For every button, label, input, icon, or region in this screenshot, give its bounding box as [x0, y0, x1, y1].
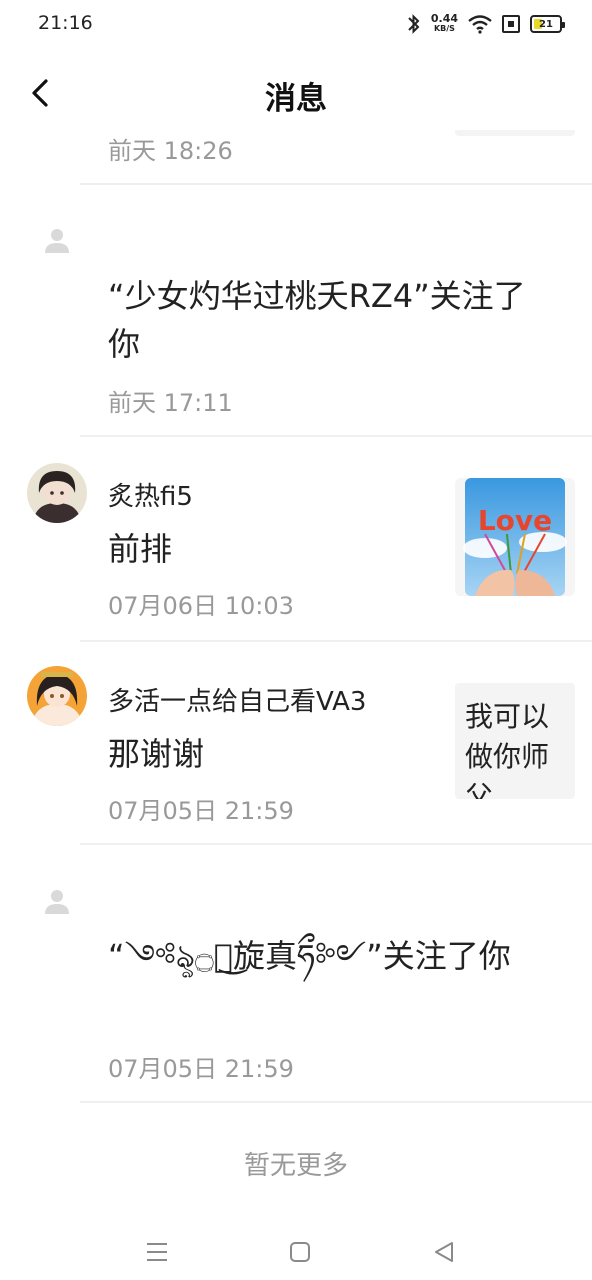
network-speed-unit: KB/S — [433, 24, 455, 33]
message-time: 前天 17:11 — [108, 389, 233, 417]
avatar[interactable] — [27, 463, 87, 523]
back-triangle-icon[interactable] — [430, 1238, 458, 1266]
no-more-label: 暂无更多 — [243, 1151, 348, 1181]
page-title: 消息 — [265, 81, 327, 117]
status-icons: 0.44 KB/S 21 — [407, 12, 565, 36]
battery-icon: 21 — [530, 15, 565, 33]
wifi-icon — [468, 15, 492, 34]
message-preview — [455, 130, 575, 136]
network-speed: 0.44 KB/S — [431, 13, 458, 34]
nav-bar — [0, 1220, 592, 1280]
status-bar: 21:16 0.44 KB/S 21 — [0, 0, 592, 50]
message-time: 07月05日 21:59 — [108, 1055, 294, 1083]
message-preview[interactable]: 我可以做你师父 — [455, 683, 575, 799]
message-item[interactable]: 多活一点给自己看VA3 那谢谢 07月05日 21:59 我可以做你师父 — [0, 643, 592, 846]
bluetooth-icon — [408, 14, 420, 34]
sender-name: 炙热fi5 — [108, 482, 193, 512]
avatar[interactable] — [27, 666, 87, 726]
sender-name: 多活一点给自己看VA3 — [108, 687, 367, 717]
message-item[interactable]: 前天 18:26 — [0, 130, 592, 185]
status-time: 21:16 — [38, 12, 93, 34]
message-time: 07月05日 21:59 — [108, 797, 294, 825]
message-item[interactable]: 炙热fi5 前排 07月06日 10:03 Love — [0, 438, 592, 643]
message-item[interactable]: “少女灼华过桃夭RZ4”关注了你 前天 17:11 — [0, 185, 592, 438]
divider — [80, 435, 592, 437]
message-text: “少女灼华过桃夭RZ4”关注了你 — [108, 277, 526, 363]
menu-icon[interactable] — [143, 1238, 171, 1266]
post-thumbnail[interactable]: Love — [455, 478, 575, 596]
message-item[interactable]: “༺ৡ۝ཧ͜旋真ཧྀ༻”关注了你 07月05日 21:59 — [0, 846, 592, 1104]
message-list[interactable]: 前天 18:26 “少女灼华过桃夭RZ4”关注了你 前天 17:11 炙热fi5… — [0, 130, 592, 1220]
battery-level: 21 — [539, 18, 553, 30]
message-text: “༺ৡ۝ཧ͜旋真ཧྀ༻”关注了你 — [108, 937, 511, 975]
sim-icon — [502, 15, 520, 33]
home-square-icon[interactable] — [286, 1238, 314, 1266]
divider — [80, 640, 592, 642]
divider — [80, 1101, 592, 1103]
header: 消息 — [0, 55, 592, 130]
message-time: 前天 18:26 — [108, 137, 233, 165]
post-thumbnail-text: Love — [478, 504, 552, 537]
avatar-placeholder-icon — [45, 229, 69, 253]
avatar-placeholder-icon — [45, 890, 69, 914]
message-time: 07月06日 10:03 — [108, 592, 294, 620]
divider — [80, 843, 592, 845]
